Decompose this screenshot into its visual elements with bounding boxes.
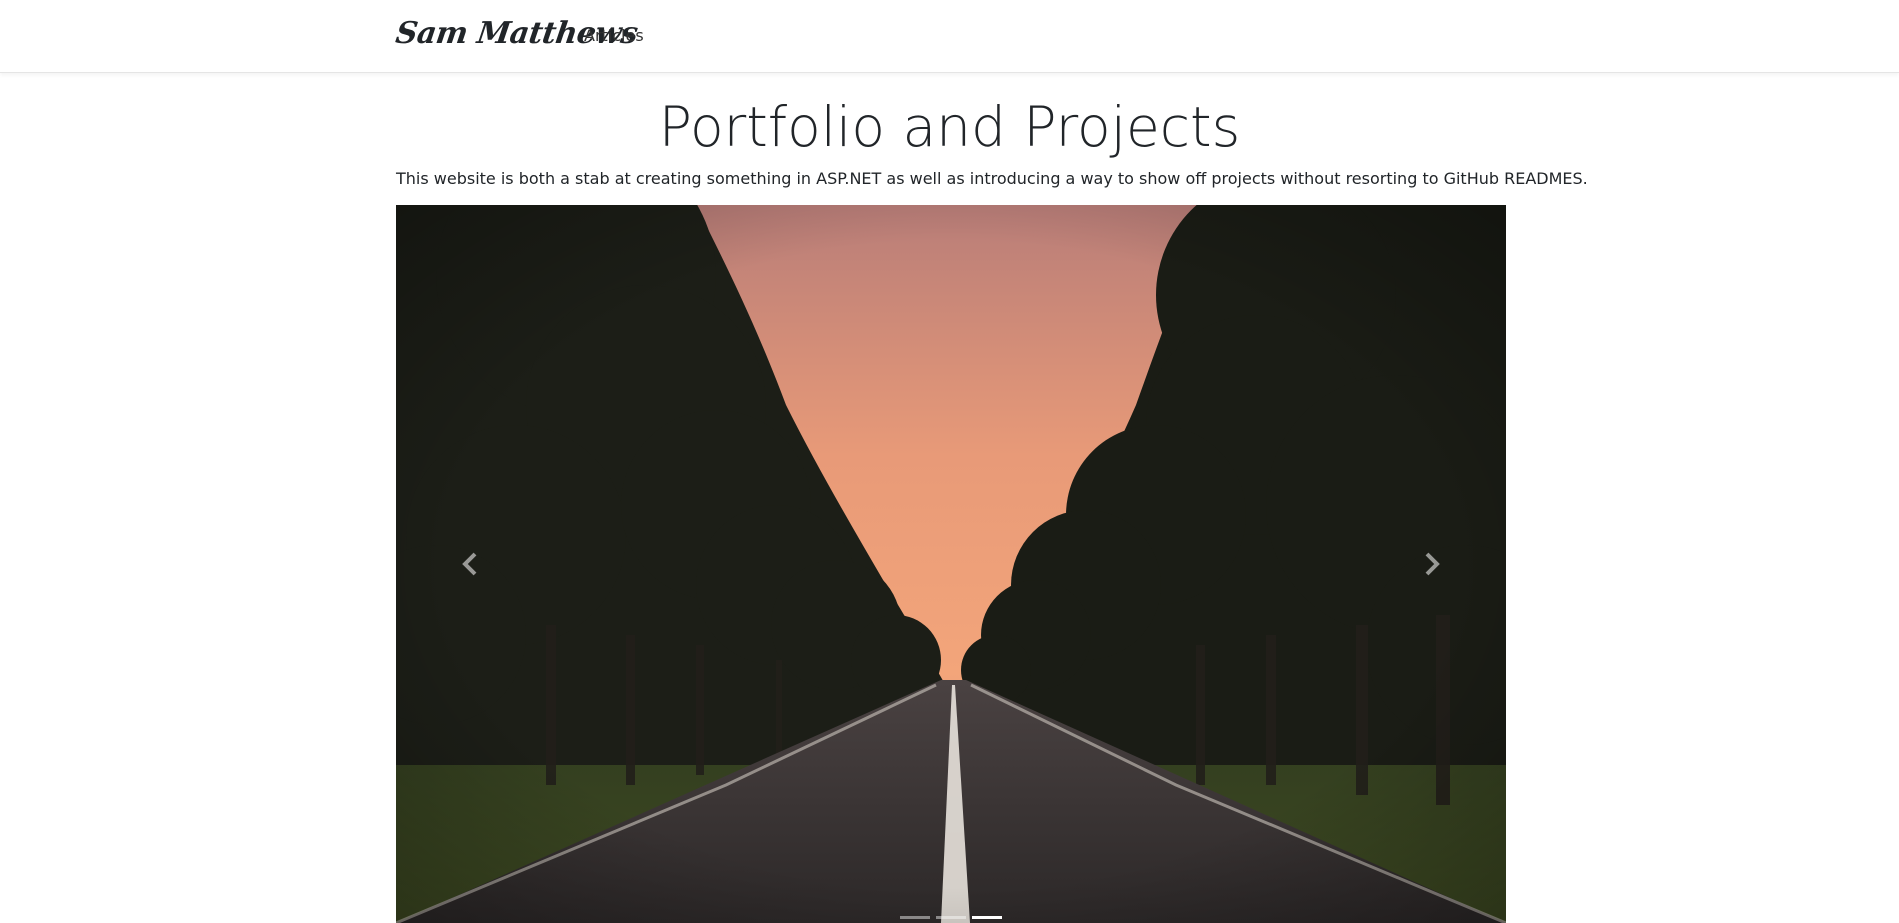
carousel-slide-image xyxy=(396,205,1506,923)
intro-text: This website is both a stab at creating … xyxy=(396,169,1588,188)
chevron-left-icon xyxy=(462,552,477,576)
carousel-indicator-2[interactable] xyxy=(936,916,966,919)
carousel-prev-button[interactable] xyxy=(396,205,546,923)
carousel-indicator-3[interactable] xyxy=(972,916,1002,919)
top-navbar: Sam Matthews Articles xyxy=(0,0,1899,73)
carousel-next-button[interactable] xyxy=(1356,205,1506,923)
carousel-indicators xyxy=(396,916,1506,919)
nav-link-articles[interactable]: Articles xyxy=(584,26,644,45)
image-carousel[interactable] xyxy=(396,205,1506,923)
chevron-right-icon xyxy=(1425,552,1440,576)
page-title: Portfolio and Projects xyxy=(658,95,1241,159)
carousel-indicator-1[interactable] xyxy=(900,916,930,919)
